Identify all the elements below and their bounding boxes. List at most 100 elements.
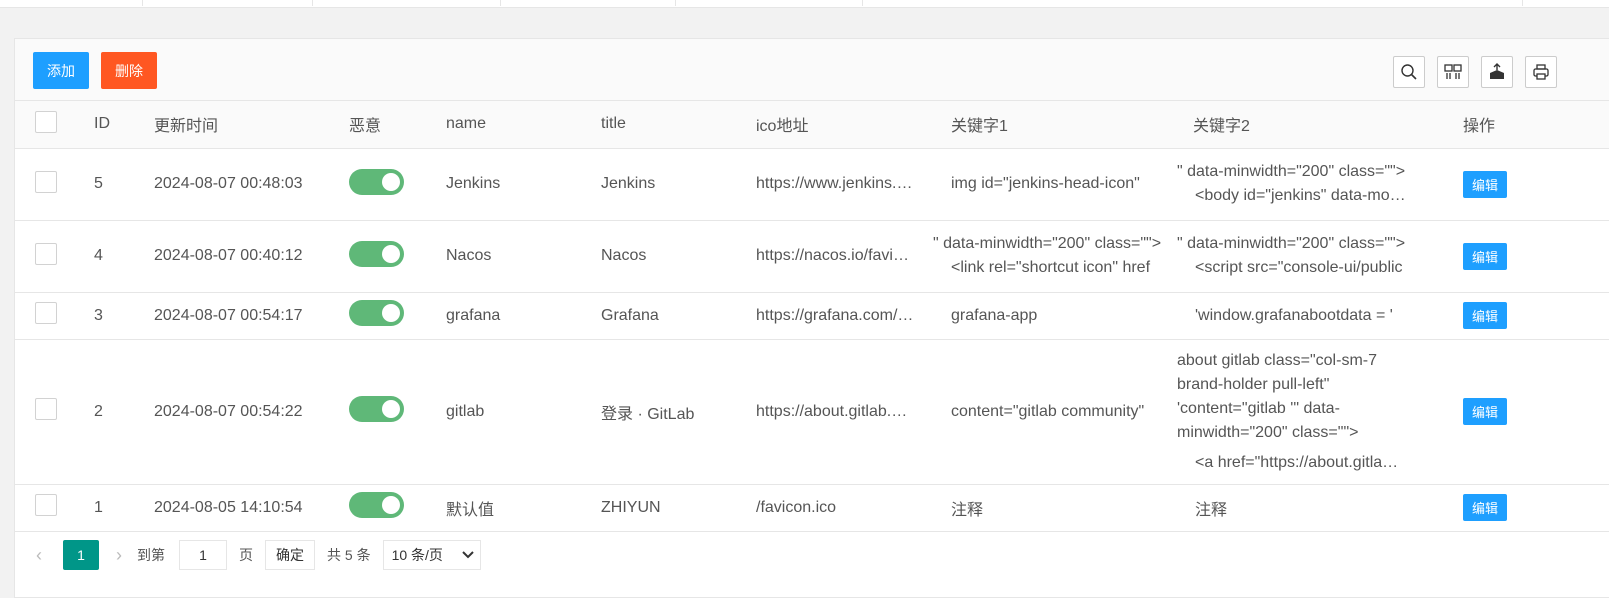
malicious-toggle[interactable] [349, 300, 404, 326]
print-tool-button[interactable] [1525, 56, 1557, 88]
cell-keyword2: about gitlab class="col-sm-7 brand-holde… [1177, 339, 1463, 485]
header-title[interactable]: title [601, 101, 756, 149]
table-row: 2 2024-08-07 00:54:22 gitlab 登录 · GitLab… [15, 339, 1609, 485]
cell-keyword2: 注释 [1195, 501, 1228, 519]
select-all-cell [15, 101, 94, 149]
cell-keyword1: 注释 [951, 501, 984, 519]
header-name[interactable]: name [446, 101, 601, 149]
cell-ico: https://grafana.com/favicon.ico [756, 306, 914, 324]
add-button[interactable]: 添加 [33, 52, 89, 89]
cell-title: ZHIYUN [601, 484, 756, 532]
cell-keyword2: 'window.grafanabootdata = ' [1195, 306, 1393, 324]
table-panel: 添加 删除 ID 更新时间 恶意 name title ico地址 关键字1 关… [14, 38, 1609, 598]
cell-id: 3 [94, 292, 154, 340]
edit-button[interactable]: 编辑 [1463, 170, 1507, 198]
cell-title: Grafana [601, 292, 756, 340]
export-tool-button[interactable] [1481, 56, 1513, 88]
cell-keyword1: grafana-app [951, 306, 1038, 324]
malicious-toggle[interactable] [349, 240, 404, 267]
header-ico-url[interactable]: ico地址 [756, 101, 951, 149]
cell-id: 2 [94, 339, 154, 485]
search-tool-button[interactable] [1393, 56, 1425, 88]
malicious-toggle[interactable] [349, 492, 404, 518]
row-checkbox[interactable] [35, 242, 57, 265]
data-table: ID 更新时间 恶意 name title ico地址 关键字1 关键字2 操作… [15, 101, 1609, 532]
cell-id: 5 [94, 148, 154, 221]
print-icon [1533, 64, 1549, 80]
header-keyword2[interactable]: 关键字2 [1177, 101, 1463, 149]
keyword2-line1: " data-minwidth="200" class=""> [1177, 163, 1406, 180]
malicious-toggle[interactable] [349, 396, 404, 422]
top-tab-strip [0, 0, 1609, 8]
cell-title: 登录 · GitLab [601, 339, 756, 485]
cell-keyword1: " data-minwidth="200" class=""> <link re… [933, 220, 1162, 293]
cell-time: 2024-08-07 00:40:12 [154, 220, 349, 293]
table-row: 3 2024-08-07 00:54:17 grafana Grafana ht… [15, 292, 1609, 340]
prev-page-icon[interactable]: ‹ [27, 545, 51, 566]
cell-title: Jenkins [601, 148, 756, 221]
delete-button[interactable]: 删除 [101, 52, 157, 89]
keyword2-line1: " data-minwidth="200" class=""> [1177, 235, 1406, 252]
keyword2-line2: <body id="jenkins" data-model-type [1195, 187, 1407, 204]
goto-page-input[interactable] [179, 540, 227, 570]
keyword2-wrapped: about gitlab class="col-sm-7 brand-holde… [1177, 351, 1377, 441]
select-all-checkbox[interactable] [35, 110, 57, 133]
row-checkbox[interactable] [35, 398, 57, 420]
keyword2-line2: <script src="console-ui/public [1195, 259, 1403, 276]
malicious-toggle[interactable] [349, 168, 404, 195]
cell-keyword2: " data-minwidth="200" class=""> <body id… [1177, 148, 1463, 221]
cell-ico: https://about.gitlab.com/favicon.ico [756, 402, 914, 420]
table-header-row: ID 更新时间 恶意 name title ico地址 关键字1 关键字2 操作 [15, 101, 1609, 149]
export-icon [1490, 63, 1504, 79]
cell-keyword1: img id="jenkins-head-icon" [951, 175, 1140, 192]
cell-ico: https://nacos.io/favicon.ico [756, 247, 914, 264]
columns-tool-button[interactable] [1437, 56, 1469, 88]
table-toolbar: 添加 删除 [15, 39, 1609, 101]
edit-button[interactable]: 编辑 [1463, 494, 1507, 521]
cell-time: 2024-08-07 00:54:22 [154, 339, 349, 485]
cell-name: Jenkins [446, 148, 601, 221]
current-page-button[interactable]: 1 [63, 540, 99, 570]
cell-keyword1: content="gitlab community" [951, 402, 1145, 420]
edit-button[interactable]: 编辑 [1463, 242, 1507, 270]
table-row: 5 2024-08-07 00:48:03 Jenkins Jenkins ht… [15, 148, 1609, 221]
cell-name: gitlab [446, 339, 601, 485]
goto-confirm-button[interactable]: 确定 [265, 540, 315, 570]
keyword1-line1: " data-minwidth="200" class=""> [933, 235, 1162, 252]
header-malicious[interactable]: 恶意 [349, 101, 446, 149]
cell-time: 2024-08-07 00:54:17 [154, 292, 349, 340]
page-unit-label: 页 [239, 547, 253, 563]
header-id[interactable]: ID [94, 101, 154, 149]
cell-id: 4 [94, 220, 154, 293]
pagination: ‹ 1 › 到第 页 确定 共 5 条 10 条/页 [15, 531, 1609, 579]
edit-button[interactable]: 编辑 [1463, 302, 1507, 329]
page-size-select[interactable]: 10 条/页 [382, 540, 481, 570]
columns-icon [1444, 64, 1462, 79]
total-count: 共 5 条 [327, 547, 371, 563]
chevron-down-icon [461, 551, 474, 559]
edit-button[interactable]: 编辑 [1463, 398, 1507, 425]
cell-name: 默认值 [446, 484, 601, 532]
cell-name: grafana [446, 292, 601, 340]
row-checkbox[interactable] [35, 494, 57, 516]
keyword2-line2: <a href="https://about.gitlab.com/" [1195, 453, 1407, 471]
header-keyword1[interactable]: 关键字1 [951, 101, 1177, 149]
cell-ico: /favicon.ico [756, 498, 837, 516]
table-row: 1 2024-08-05 14:10:54 默认值 ZHIYUN /favico… [15, 484, 1609, 532]
page-size-value: 10 条/页 [391, 547, 443, 563]
cell-keyword2: " data-minwidth="200" class=""> <script … [1177, 220, 1463, 293]
cell-id: 1 [94, 484, 154, 532]
cell-time: 2024-08-07 00:48:03 [154, 148, 349, 221]
header-actions: 操作 [1463, 101, 1609, 149]
cell-time: 2024-08-05 14:10:54 [154, 484, 349, 532]
cell-title: Nacos [601, 220, 756, 293]
cell-ico: https://www.jenkins.io/favicon.ico [756, 175, 914, 192]
header-update-time[interactable]: 更新时间 [154, 101, 349, 149]
next-page-icon[interactable]: › [107, 545, 131, 566]
goto-label: 到第 [137, 547, 165, 563]
search-icon [1401, 64, 1417, 80]
table-row: 4 2024-08-07 00:40:12 Nacos Nacos https:… [15, 220, 1609, 293]
row-checkbox[interactable] [35, 170, 57, 193]
row-checkbox[interactable] [35, 302, 57, 324]
keyword1-line2: <link rel="shortcut icon" href [951, 259, 1151, 276]
